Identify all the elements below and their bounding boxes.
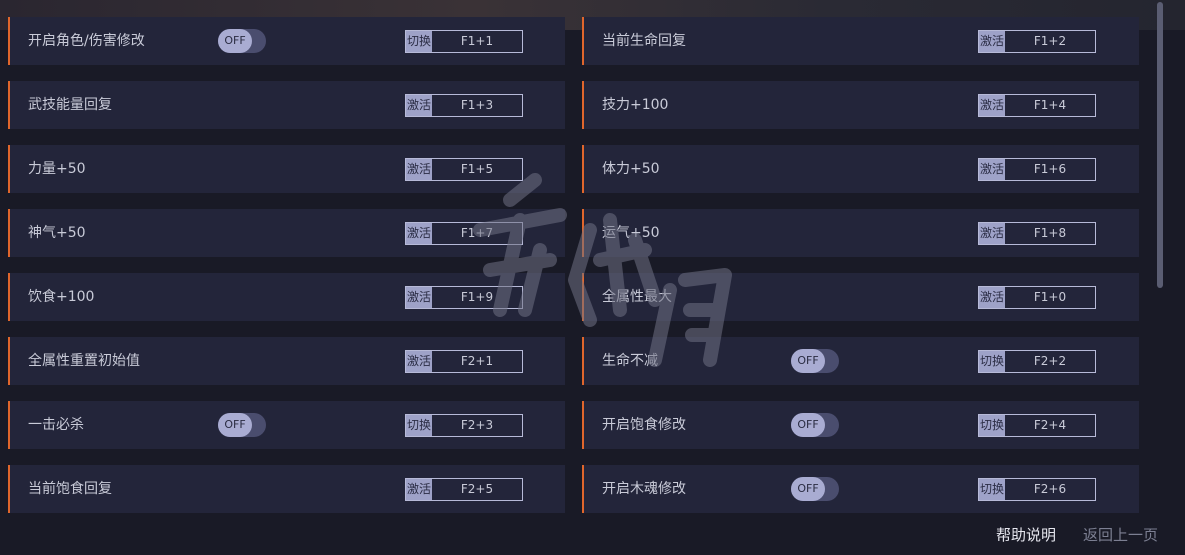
option-row: 当前饱食回复 激活 F2+5 [8,465,565,513]
hotkey-box[interactable]: 切换 F2+3 [405,414,523,437]
hotkey-action: 激活 [406,95,432,116]
toggle-state: OFF [791,349,825,373]
option-row: 力量+50 激活 F1+5 [8,145,565,193]
option-row: 神气+50 激活 F1+7 [8,209,565,257]
option-label: 饮食+100 [28,289,95,305]
hotkey-box[interactable]: 激活 F2+1 [405,350,523,373]
option-label: 开启木魂修改 [602,481,686,497]
option-label: 生命不减 [602,353,658,369]
toggle-state: OFF [218,413,252,437]
option-label: 神气+50 [28,225,86,241]
hotkey-action: 激活 [406,223,432,244]
option-row: 饮食+100 激活 F1+9 [8,273,565,321]
cheat-options-panel: 开启角色/伤害修改 OFF 切换 F1+1 武技能量回复 激活 F1+3 力量+… [0,0,1150,520]
hotkey-action: 切换 [406,415,432,436]
hotkey-key: F2+2 [1033,354,1067,368]
hotkey-key: F1+8 [1033,226,1067,240]
hotkey-key: F2+5 [460,482,494,496]
hotkey-action: 激活 [979,287,1005,308]
option-row: 开启木魂修改 OFF 切换 F2+6 [582,465,1139,513]
hotkey-key: F1+0 [1033,290,1067,304]
hotkey-box[interactable]: 切换 F2+2 [978,350,1096,373]
option-row: 全属性最大 激活 F1+0 [582,273,1139,321]
hotkey-box[interactable]: 切换 F2+4 [978,414,1096,437]
scrollbar-thumb[interactable] [1157,2,1163,288]
hotkey-action: 激活 [979,159,1005,180]
hotkey-action: 激活 [406,479,432,500]
toggle-switch[interactable]: OFF [218,29,266,53]
toggle-switch[interactable]: OFF [791,349,839,373]
hotkey-action: 激活 [979,223,1005,244]
hotkey-box[interactable]: 激活 F1+0 [978,286,1096,309]
hotkey-box[interactable]: 激活 F1+7 [405,222,523,245]
hotkey-box[interactable]: 激活 F1+4 [978,94,1096,117]
option-row: 武技能量回复 激活 F1+3 [8,81,565,129]
option-label: 力量+50 [28,161,86,177]
option-label: 全属性最大 [602,289,672,305]
option-row: 生命不减 OFF 切换 F2+2 [582,337,1139,385]
option-row: 一击必杀 OFF 切换 F2+3 [8,401,565,449]
hotkey-action: 切换 [406,31,432,52]
hotkey-box[interactable]: 激活 F1+8 [978,222,1096,245]
option-row: 开启饱食修改 OFF 切换 F2+4 [582,401,1139,449]
option-label: 一击必杀 [28,417,84,433]
hotkey-key: F2+3 [460,418,494,432]
hotkey-key: F1+2 [1033,34,1067,48]
hotkey-box[interactable]: 切换 F1+1 [405,30,523,53]
help-link[interactable]: 帮助说明 [996,524,1056,546]
hotkey-box[interactable]: 激活 F1+9 [405,286,523,309]
option-row: 运气+50 激活 F1+8 [582,209,1139,257]
option-row: 技力+100 激活 F1+4 [582,81,1139,129]
hotkey-box[interactable]: 激活 F1+3 [405,94,523,117]
hotkey-box[interactable]: 激活 F1+6 [978,158,1096,181]
hotkey-action: 切换 [979,351,1005,372]
option-label: 体力+50 [602,161,660,177]
option-row: 当前生命回复 激活 F1+2 [582,17,1139,65]
hotkey-action: 切换 [979,479,1005,500]
hotkey-action: 切换 [979,415,1005,436]
toggle-state: OFF [791,477,825,501]
toggle-state: OFF [791,413,825,437]
toggle-switch[interactable]: OFF [218,413,266,437]
toggle-switch[interactable]: OFF [791,477,839,501]
toggle-state: OFF [218,29,252,53]
option-row: 全属性重置初始值 激活 F2+1 [8,337,565,385]
option-label: 全属性重置初始值 [28,353,140,369]
option-row: 体力+50 激活 F1+6 [582,145,1139,193]
hotkey-box[interactable]: 切换 F2+6 [978,478,1096,501]
hotkey-action: 激活 [406,287,432,308]
hotkey-key: F1+6 [1033,162,1067,176]
scrollbar[interactable] [1156,0,1164,555]
hotkey-key: F2+1 [460,354,494,368]
hotkey-action: 激活 [979,31,1005,52]
hotkey-box[interactable]: 激活 F1+5 [405,158,523,181]
hotkey-key: F1+1 [460,34,494,48]
hotkey-action: 激活 [406,351,432,372]
hotkey-key: F1+5 [460,162,494,176]
hotkey-key: F1+4 [1033,98,1067,112]
option-label: 运气+50 [602,225,660,241]
option-label: 当前饱食回复 [28,481,112,497]
option-label: 开启角色/伤害修改 [28,33,145,49]
hotkey-key: F1+7 [460,226,494,240]
option-label: 当前生命回复 [602,33,686,49]
hotkey-box[interactable]: 激活 F1+2 [978,30,1096,53]
hotkey-box[interactable]: 激活 F2+5 [405,478,523,501]
toggle-switch[interactable]: OFF [791,413,839,437]
hotkey-key: F2+4 [1033,418,1067,432]
hotkey-action: 激活 [406,159,432,180]
hotkey-action: 激活 [979,95,1005,116]
hotkey-key: F2+6 [1033,482,1067,496]
hotkey-key: F1+3 [460,98,494,112]
option-label: 技力+100 [602,97,669,113]
option-row: 开启角色/伤害修改 OFF 切换 F1+1 [8,17,565,65]
option-label: 开启饱食修改 [602,417,686,433]
hotkey-key: F1+9 [460,290,494,304]
back-link[interactable]: 返回上一页 [1083,524,1158,546]
option-label: 武技能量回复 [28,97,112,113]
